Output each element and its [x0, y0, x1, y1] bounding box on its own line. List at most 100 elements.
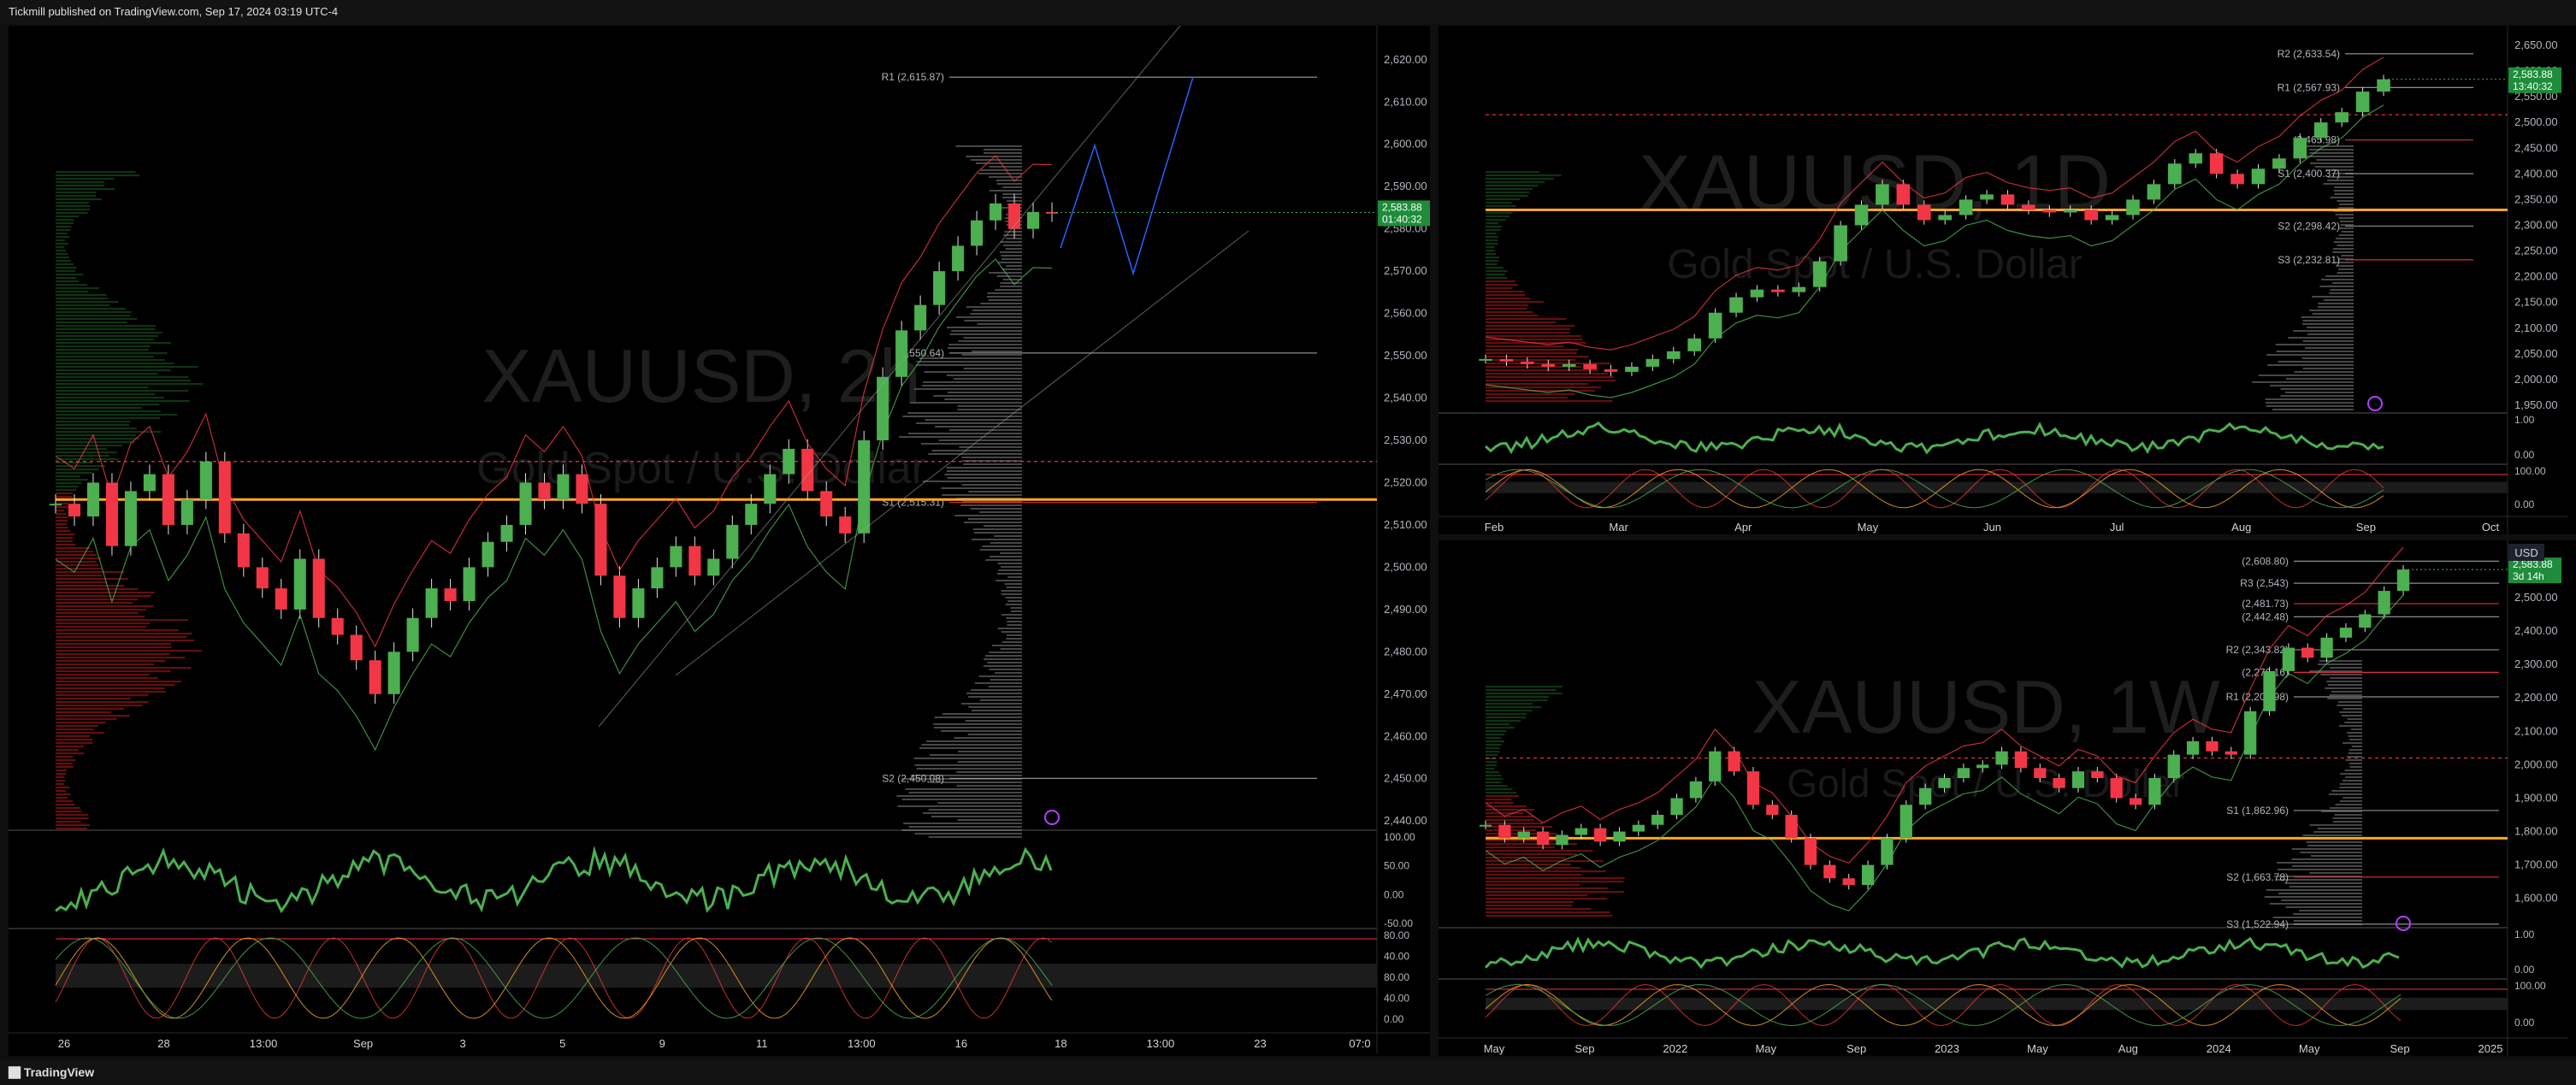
volume-profile-bar: [995, 672, 1022, 674]
volume-profile-bar: [2345, 776, 2362, 778]
volume-profile-bar: [1486, 400, 1613, 403]
volume-profile-bar: [2308, 149, 2354, 150]
volume-profile-bar: [56, 619, 189, 622]
subpanel2-tick-label: 100.00: [2514, 465, 2546, 477]
volume-profile-bar: [942, 494, 1022, 496]
volume-profile-bar: [1007, 576, 1022, 578]
candle-body: [2189, 153, 2203, 164]
volume-profile-bar: [1486, 171, 1539, 174]
volume-profile-bar: [1486, 356, 1589, 358]
volume-profile-bar: [56, 400, 190, 403]
volume-profile-bar: [2327, 684, 2362, 686]
volume-profile-bar: [1006, 587, 1022, 588]
volume-profile-bar: [2330, 289, 2354, 291]
candle-body: [557, 474, 570, 500]
volume-profile-bar: [2349, 749, 2362, 751]
volume-profile-bar: [1486, 335, 1581, 338]
volume-profile-bar: [56, 397, 164, 399]
chart-pane-1w[interactable]: XAUUSD, 1W Gold Spot / U.S. Dollar 2,500…: [1439, 540, 2576, 1058]
volume-profile-bar: [2351, 746, 2362, 747]
volume-profile-bar: [2265, 398, 2354, 400]
candle-body: [369, 660, 381, 694]
price-tick-label: 2,300.00: [2514, 657, 2558, 670]
volume-profile-bar: [56, 308, 127, 310]
volume-profile-bar: [947, 477, 1022, 479]
volume-profile-bar: [996, 180, 1022, 181]
volume-profile-bar: [2313, 831, 2362, 833]
candle-body: [688, 545, 701, 576]
volume-profile-bar: [923, 381, 1022, 383]
volume-profile-bar: [1010, 607, 1022, 609]
volume-profile-bar: [56, 544, 76, 546]
volume-profile-bar: [1004, 231, 1022, 233]
volume-profile-bar: [2319, 660, 2362, 662]
price-tick-label: 2,000.00: [2514, 758, 2558, 770]
volume-profile-bar: [1486, 884, 1580, 887]
volume-profile-bar: [56, 732, 104, 734]
volume-profile-bar: [1005, 604, 1022, 605]
volume-profile-bar: [56, 674, 150, 676]
volume-profile-bar: [56, 540, 74, 543]
volume-profile-bar: [989, 176, 1022, 178]
volume-profile-bar: [56, 274, 84, 276]
price-tick-label: 2,510.00: [1384, 518, 1427, 531]
price-tick-label: 2,100.00: [2514, 724, 2558, 737]
volume-profile-bar: [991, 645, 1022, 646]
volume-profile-bar: [2329, 667, 2362, 669]
volume-profile-bar: [1486, 785, 1508, 787]
candle-body: [2313, 122, 2328, 139]
volume-profile-bar: [56, 263, 74, 266]
volume-profile-bar: [56, 215, 80, 218]
volume-profile-bar: [56, 616, 145, 618]
time-tick-label: 2023: [1935, 1042, 1959, 1055]
volume-profile-bar: [56, 496, 73, 498]
volume-profile-bar: [2345, 759, 2362, 761]
tradingview-logo[interactable]: ⬛︎ TradingView: [9, 1065, 94, 1080]
candle-body: [1842, 878, 1855, 886]
price-tick-label: 1,800.00: [2514, 825, 2558, 838]
volume-profile-bar: [1005, 597, 1022, 599]
volume-profile-bar: [56, 763, 74, 765]
price-tick-label: 1,900.00: [2514, 791, 2558, 804]
time-tick-label: 5: [559, 1037, 565, 1050]
price-tick-label: 2,450.00: [2514, 141, 2558, 154]
volume-profile-bar: [1486, 699, 1548, 702]
volume-profile-bar: [2272, 409, 2354, 410]
chart-pane-2h[interactable]: XAUUSD, 2h Gold Spot / U.S. Dollar 2,620…: [9, 25, 1437, 1056]
watermark-symbol: XAUUSD, 1W: [1752, 664, 2220, 749]
volume-profile-bar: [1486, 778, 1503, 781]
volume-profile-bar: [973, 532, 1022, 534]
candle-body: [2396, 569, 2410, 592]
subpanel1-tick-label: 100.00: [1384, 831, 1415, 843]
volume-profile-bar: [1001, 593, 1022, 595]
subpanel2-tick-label: 40.00: [1384, 993, 1409, 1005]
volume-profile-bar: [916, 768, 1022, 770]
volume-profile-bar: [933, 395, 1022, 397]
volume-profile-bar: [1486, 881, 1624, 883]
volume-profile-bar: [946, 374, 1022, 376]
candle-body: [538, 482, 551, 500]
volume-profile-bar: [1486, 280, 1515, 283]
tradingview-footer: ⬛︎ TradingView: [0, 1060, 2576, 1085]
candle-body: [707, 558, 720, 576]
volume-profile-bar: [996, 580, 1022, 581]
subpanel2-tick-label: 0.00: [1384, 1013, 1404, 1025]
volume-profile-bar: [921, 443, 1022, 445]
volume-profile-bar: [982, 545, 1022, 547]
candle-body: [444, 588, 457, 601]
volume-profile-bar: [946, 467, 1022, 469]
pivot-level-label: S1 (2,400.37): [2278, 168, 2340, 180]
volume-profile-bar: [997, 563, 1022, 564]
candle-body: [2244, 711, 2257, 755]
candle-body: [2148, 778, 2161, 805]
volume-profile-bar: [56, 828, 87, 830]
candle-body: [1687, 338, 1701, 351]
candle-body: [68, 504, 81, 517]
volume-profile-bar: [1001, 197, 1022, 198]
chart-pane-1d[interactable]: XAUUSD, 1D Gold Spot / U.S. Dollar 2,650…: [1439, 26, 2576, 537]
volume-profile-bar: [1486, 915, 1613, 917]
volume-profile-bar: [56, 404, 160, 406]
volume-profile-bar: [954, 515, 1022, 516]
volume-profile-bar: [2343, 708, 2362, 710]
volume-profile-bar: [2333, 190, 2354, 192]
